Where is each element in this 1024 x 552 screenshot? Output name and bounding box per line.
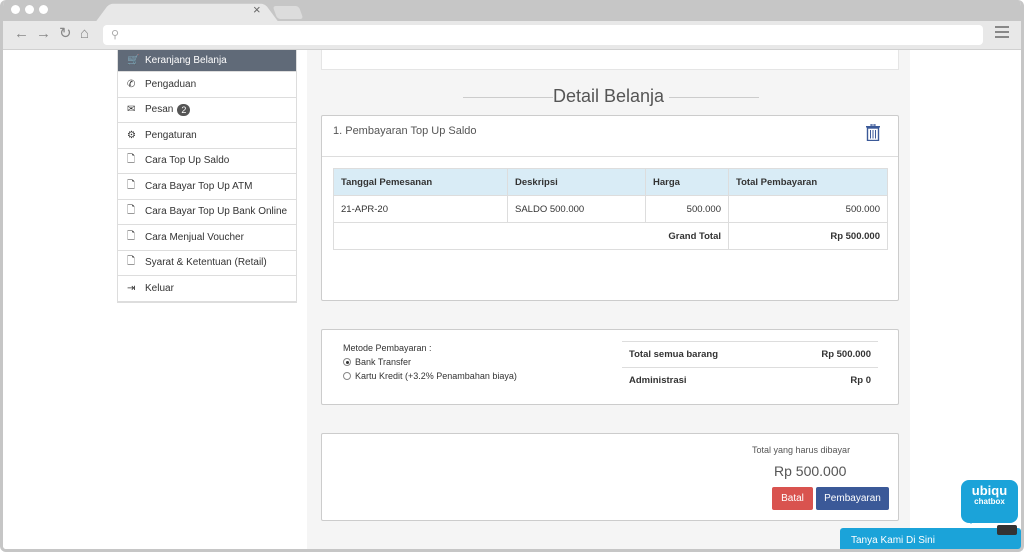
chatbox-logo-subtext: chatbox <box>974 497 1005 506</box>
order-table: Tanggal Pemesanan Deskripsi Harga Total … <box>333 168 888 250</box>
sidebar-item-cara-bayar-top-up-bank-online[interactable]: 🗋 Cara Bayar Top Up Bank Online <box>118 200 296 225</box>
sidebar-item-label: Pesan <box>145 104 174 116</box>
close-window-dot[interactable] <box>11 5 20 14</box>
sidebar-item-cara-bayar-top-up-atm[interactable]: 🗋 Cara Bayar Top Up ATM <box>118 174 296 200</box>
tab-close-icon[interactable]: × <box>253 3 261 17</box>
document-icon: 🗋 <box>127 154 136 166</box>
summary-label: Administrasi <box>629 375 687 386</box>
sidebar-item-syarat-ketentuan-retail[interactable]: 🗋 Syarat & Ketentuan (Retail) <box>118 251 296 276</box>
cart-icon: 🛒 <box>127 55 140 66</box>
address-bar[interactable]: ⚲ <box>103 25 983 45</box>
top-panel <box>321 50 899 70</box>
order-card: 1. Pembayaran Top Up Saldo Tanggal Pemes… <box>321 115 899 301</box>
chatbox-logo-text: ubiqu <box>971 483 1008 498</box>
sidebar-item-label: Pengaduan <box>145 78 197 90</box>
sidebar-item-pesan[interactable]: ✉ Pesan 2 <box>118 98 296 123</box>
grand-total-row: Grand Total Rp 500.000 <box>333 222 888 250</box>
minimize-window-dot[interactable] <box>25 5 34 14</box>
sidebar-item-pengaturan[interactable]: ⚙ Pengaturan <box>118 123 296 149</box>
order-title: 1. Pembayaran Top Up Saldo <box>333 125 477 137</box>
chat-bubble-tail <box>965 516 977 524</box>
grand-total-value: Rp 500.000 <box>728 222 888 250</box>
tab-bar: × <box>3 0 1021 22</box>
sidebar: 🛒 Keranjang Belanja ✆ Pengaduan ✉ Pesan 2 ⚙ Peng… <box>117 50 297 303</box>
sidebar-item-pengaduan[interactable]: ✆ Pengaduan <box>118 72 296 98</box>
sidebar-item-label: Cara Bayar Top Up ATM <box>145 180 253 192</box>
search-icon: ⚲ <box>111 29 120 41</box>
sidebar-item-label: Syarat & Ketentuan (Retail) <box>145 257 267 269</box>
gear-icon: ⚙ <box>127 129 136 141</box>
forward-arrow-icon[interactable]: → <box>36 26 51 42</box>
summary-value: Rp 500.000 <box>821 349 871 360</box>
payment-card: Metode Pembayaran : Bank Transfer Kartu … <box>321 329 899 405</box>
hamburger-menu-icon[interactable] <box>995 26 1009 41</box>
column-header: Total Pembayaran <box>728 168 888 196</box>
table-header-row: Tanggal Pemesanan Deskripsi Harga Total … <box>333 168 888 196</box>
sidebar-item-keranjang-belanja[interactable]: 🛒 Keranjang Belanja <box>118 50 296 72</box>
maximize-window-dot[interactable] <box>39 5 48 14</box>
sidebar-item-cara-top-up-saldo[interactable]: 🗋 Cara Top Up Saldo <box>118 149 296 174</box>
browser-toolbar: ← → ↻ ⌂ ⚲ <box>3 21 1021 50</box>
chat-minimize-icon[interactable] <box>997 525 1017 535</box>
payment-method-label: Metode Pembayaran : <box>343 343 432 353</box>
order-card-header: 1. Pembayaran Top Up Saldo <box>322 116 898 157</box>
checkout-card: Total yang harus dibayar Rp 500.000 Bata… <box>321 433 899 521</box>
radio-label: Kartu Kredit (+3.2% Penambahan biaya) <box>355 371 517 381</box>
summary-label: Total semua barang <box>629 349 719 360</box>
grand-total-label: Grand Total <box>333 222 729 250</box>
column-header: Harga <box>645 168 729 196</box>
sidebar-item-label: Cara Menjual Voucher <box>145 231 244 243</box>
logout-icon: ⇥ <box>127 282 136 294</box>
column-header: Tanggal Pemesanan <box>333 168 508 196</box>
chat-open-bar[interactable]: Tanya Kami Di Sini <box>840 528 1021 549</box>
table-row: 21-APR-20 SALDO 500.000 500.000 500.000 <box>333 195 888 223</box>
payment-summary: Total semua barang Rp 500.000 Administra… <box>622 341 878 393</box>
radio-button[interactable] <box>343 358 351 366</box>
payment-method: Metode Pembayaran : Bank Transfer Kartu … <box>343 343 517 381</box>
sidebar-item-label: Cara Bayar Top Up Bank Online <box>145 206 288 218</box>
table-cell: 500.000 <box>728 195 888 223</box>
cancel-button[interactable]: Batal <box>772 487 813 510</box>
sidebar-item-label: Keranjang Belanja <box>145 55 227 66</box>
trash-icon[interactable] <box>866 123 880 144</box>
total-due-value: Rp 500.000 <box>774 463 847 479</box>
sidebar-item-label: Pengaturan <box>145 129 197 141</box>
home-icon[interactable]: ⌂ <box>80 26 89 42</box>
radio-bank-transfer[interactable]: Bank Transfer <box>343 357 517 367</box>
document-icon: 🗋 <box>127 230 136 242</box>
summary-row: Administrasi Rp 0 <box>622 367 878 393</box>
envelope-icon: ✉ <box>127 104 136 116</box>
sidebar-item-keluar[interactable]: ⇥ Keluar <box>118 276 296 302</box>
sidebar-item-label: Keluar <box>145 282 174 294</box>
column-header: Deskripsi <box>507 168 646 196</box>
window-controls <box>11 5 48 14</box>
browser-tab[interactable] <box>95 3 279 22</box>
main-area: Detail Belanja 1. Pembayaran Top Up Sald… <box>307 50 910 549</box>
back-arrow-icon[interactable]: ← <box>14 26 29 42</box>
page-content: 🛒 Keranjang Belanja ✆ Pengaduan ✉ Pesan 2 ⚙ Peng… <box>3 50 1021 549</box>
title-divider-right <box>669 97 759 98</box>
page-title: Detail Belanja <box>552 86 665 106</box>
unread-count-badge: 2 <box>177 103 191 116</box>
radio-button[interactable] <box>343 372 351 380</box>
browser-window: × ← → ↻ ⌂ ⚲ 🛒 Keranjang Belanja ✆ Pengaduan… <box>0 0 1024 552</box>
reload-icon[interactable]: ↻ <box>59 26 72 42</box>
document-icon: 🗋 <box>127 179 136 191</box>
table-cell: 500.000 <box>645 195 729 223</box>
sidebar-item-label: Cara Top Up Saldo <box>145 155 230 167</box>
document-icon: 🗋 <box>127 256 136 268</box>
summary-value: Rp 0 <box>850 375 871 386</box>
table-cell: 21-APR-20 <box>333 195 508 223</box>
sidebar-item-cara-menjual-voucher[interactable]: 🗋 Cara Menjual Voucher <box>118 225 296 251</box>
pay-button[interactable]: Pembayaran <box>816 487 889 510</box>
phone-icon: ✆ <box>127 78 136 90</box>
radio-credit-card[interactable]: Kartu Kredit (+3.2% Penambahan biaya) <box>343 371 517 381</box>
table-cell: SALDO 500.000 <box>507 195 646 223</box>
total-due-label: Total yang harus dibayar <box>752 445 851 455</box>
new-tab-button[interactable] <box>272 6 304 19</box>
radio-label: Bank Transfer <box>355 357 412 367</box>
document-icon: 🗋 <box>127 205 136 217</box>
summary-row: Total semua barang Rp 500.000 <box>622 341 878 367</box>
